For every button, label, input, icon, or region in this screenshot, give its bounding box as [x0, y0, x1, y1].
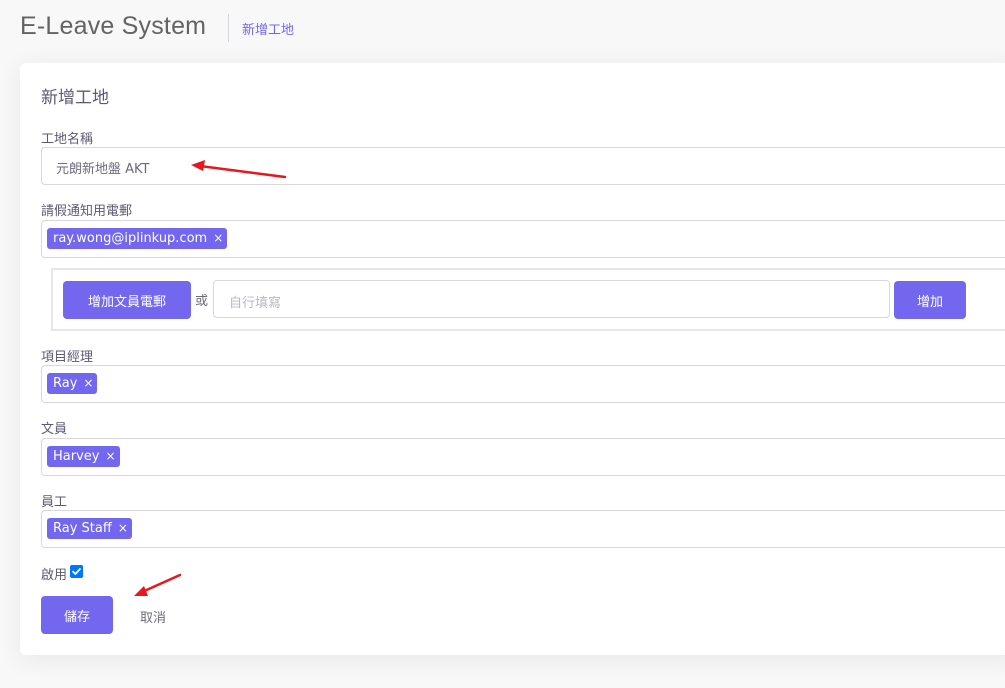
project-manager-select[interactable]: Ray ×: [41, 365, 1005, 403]
clerk-tag: Harvey ×: [47, 446, 120, 467]
header-divider: [228, 14, 229, 42]
site-name-label: 工地名稱: [41, 132, 94, 147]
add-email-button[interactable]: 增加: [894, 281, 966, 319]
manual-email-placeholder: 自行填寫: [229, 296, 282, 311]
or-text: 或: [195, 294, 209, 309]
staff-tag: Ray Staff ×: [47, 518, 132, 539]
email-tag: ray.wong@iplinkup.com ×: [47, 228, 228, 249]
clerk-tag-label: Harvey: [53, 449, 100, 464]
clerk-select[interactable]: Harvey ×: [41, 438, 1005, 476]
add-clerk-email-button[interactable]: 增加文員電郵: [63, 281, 191, 319]
staff-select[interactable]: Ray Staff ×: [41, 510, 1005, 548]
project-manager-tag-label: Ray: [53, 376, 78, 391]
check-icon: [72, 568, 81, 575]
enabled-row: 啟用: [41, 564, 84, 583]
top-header: E-Leave System 新增工地: [0, 0, 1005, 56]
staff-tag-label: Ray Staff: [53, 521, 112, 536]
enabled-label: 啟用: [41, 568, 68, 583]
staff-label: 員工: [41, 495, 68, 510]
notify-email-select[interactable]: ray.wong@iplinkup.com ×: [41, 220, 1005, 258]
email-tag-remove-icon[interactable]: ×: [213, 228, 223, 249]
add-site-form-card: 新增工地 工地名稱 元朗新地盤 AKT 請假通知用電郵 ray.wong@ipl…: [20, 63, 1005, 655]
save-button[interactable]: 儲存: [41, 596, 113, 634]
clerk-label: 文員: [41, 422, 68, 437]
manual-email-input[interactable]: 自行填寫: [213, 280, 890, 318]
staff-tag-remove-icon[interactable]: ×: [118, 518, 128, 539]
form-title: 新增工地: [41, 88, 109, 108]
site-name-value: 元朗新地盤 AKT: [56, 162, 150, 177]
app-title: E-Leave System: [20, 12, 207, 40]
cancel-button[interactable]: 取消: [140, 607, 166, 626]
project-manager-label: 項目經理: [41, 350, 94, 365]
enabled-checkbox[interactable]: [70, 565, 84, 578]
site-name-input[interactable]: 元朗新地盤 AKT: [41, 147, 1005, 185]
email-tag-label: ray.wong@iplinkup.com: [53, 231, 208, 246]
breadcrumb-add-site[interactable]: 新增工地: [242, 19, 294, 38]
notify-email-label: 請假通知用電郵: [41, 204, 133, 219]
clerk-tag-remove-icon[interactable]: ×: [105, 446, 115, 467]
project-manager-tag-remove-icon[interactable]: ×: [83, 373, 93, 394]
project-manager-tag: Ray ×: [47, 373, 98, 394]
